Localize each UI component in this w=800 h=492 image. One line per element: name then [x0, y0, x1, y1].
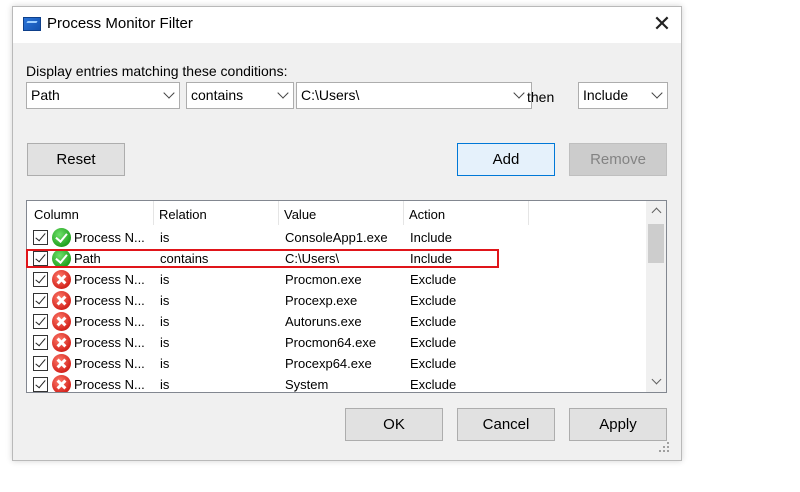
remove-button[interactable]: Remove — [569, 143, 667, 176]
include-check-icon — [52, 228, 71, 247]
chevron-down-icon[interactable] — [513, 87, 525, 99]
row-action: Exclude — [410, 377, 457, 392]
column-dropdown[interactable]: Path — [26, 82, 180, 109]
list-item[interactable]: Process N... is Procexp.exe Exclude — [27, 290, 645, 311]
action-dropdown[interactable]: Include — [578, 82, 668, 109]
filter-rules-list[interactable]: Column Relation Value Action Process N..… — [26, 200, 667, 393]
row-action: Exclude — [410, 356, 457, 371]
row-action: Exclude — [410, 293, 457, 308]
exclude-x-icon — [52, 354, 71, 373]
row-value: Autoruns.exe — [285, 314, 362, 329]
highlight-box — [26, 249, 499, 268]
row-checkbox[interactable] — [33, 377, 48, 392]
row-column: Process N... — [74, 272, 145, 287]
exclude-x-icon — [52, 312, 71, 331]
row-value: Procexp64.exe — [285, 356, 372, 371]
then-label: then — [527, 89, 555, 105]
list-item[interactable]: Process N... is System Exclude — [27, 374, 645, 392]
row-action: Include — [410, 230, 452, 245]
header-column[interactable]: Column — [34, 207, 79, 222]
row-checkbox[interactable] — [33, 335, 48, 350]
relation-dropdown-value: contains — [191, 87, 244, 103]
value-combobox[interactable]: C:\Users\ — [296, 82, 532, 109]
row-relation: is — [160, 377, 170, 392]
row-column: Process N... — [74, 356, 145, 371]
add-button[interactable]: Add — [457, 143, 555, 176]
list-item[interactable]: Process N... is Procexp64.exe Exclude — [27, 353, 645, 374]
relation-dropdown[interactable]: contains — [186, 82, 294, 109]
row-relation: is — [160, 272, 170, 287]
row-column: Process N... — [74, 377, 145, 392]
row-action: Exclude — [410, 272, 457, 287]
window-title: Process Monitor Filter — [47, 15, 193, 32]
row-checkbox[interactable] — [33, 293, 48, 308]
action-dropdown-value: Include — [583, 87, 629, 103]
row-checkbox[interactable] — [33, 314, 48, 329]
header-divider[interactable] — [153, 201, 154, 225]
list-header: Column Relation Value Action — [27, 201, 645, 227]
exclude-x-icon — [52, 375, 71, 392]
chevron-down-icon — [277, 87, 289, 99]
row-column: Process N... — [74, 335, 145, 350]
row-action: Exclude — [410, 335, 457, 350]
row-value: Procmon.exe — [285, 272, 362, 287]
row-checkbox[interactable] — [33, 272, 48, 287]
row-checkbox[interactable] — [33, 230, 48, 245]
row-relation: is — [160, 314, 170, 329]
header-relation[interactable]: Relation — [159, 207, 207, 222]
list-item[interactable]: Process N... is Procmon64.exe Exclude — [27, 332, 645, 353]
row-value: System — [285, 377, 329, 392]
scroll-up-icon[interactable] — [646, 201, 666, 221]
ok-button[interactable]: OK — [345, 408, 443, 441]
row-value: Procmon64.exe — [285, 335, 377, 350]
process-monitor-app-icon — [23, 17, 41, 31]
apply-button[interactable]: Apply — [569, 408, 667, 441]
close-icon[interactable]: ✕ — [643, 7, 681, 43]
header-value[interactable]: Value — [284, 207, 316, 222]
row-checkbox[interactable] — [33, 356, 48, 371]
exclude-x-icon — [52, 270, 71, 289]
value-combobox-text[interactable]: C:\Users\ — [301, 87, 359, 103]
scroll-thumb[interactable] — [648, 224, 664, 263]
scroll-down-icon[interactable] — [646, 372, 666, 392]
chevron-down-icon — [651, 87, 663, 99]
list-item[interactable]: Process N... is ConsoleApp1.exe Include — [27, 227, 645, 248]
row-column: Process N... — [74, 230, 145, 245]
chevron-down-icon — [163, 87, 175, 99]
title-bar[interactable]: Process Monitor Filter ✕ — [13, 7, 681, 43]
header-action[interactable]: Action — [409, 207, 445, 222]
row-column: Process N... — [74, 314, 145, 329]
exclude-x-icon — [52, 291, 71, 310]
row-relation: is — [160, 356, 170, 371]
row-value: Procexp.exe — [285, 293, 358, 308]
row-value: ConsoleApp1.exe — [285, 230, 388, 245]
column-dropdown-value: Path — [31, 87, 60, 103]
cancel-button[interactable]: Cancel — [457, 408, 555, 441]
row-column: Process N... — [74, 293, 145, 308]
row-relation: is — [160, 230, 170, 245]
header-divider[interactable] — [528, 201, 529, 225]
exclude-x-icon — [52, 333, 71, 352]
list-item[interactable]: Process N... is Procmon.exe Exclude — [27, 269, 645, 290]
resize-grip-icon[interactable] — [658, 441, 670, 453]
vertical-scrollbar[interactable] — [646, 201, 666, 392]
header-divider[interactable] — [403, 201, 404, 225]
list-item[interactable]: Process N... is Autoruns.exe Exclude — [27, 311, 645, 332]
row-relation: is — [160, 335, 170, 350]
reset-button[interactable]: Reset — [27, 143, 125, 176]
conditions-caption: Display entries matching these condition… — [26, 63, 288, 79]
row-relation: is — [160, 293, 170, 308]
row-action: Exclude — [410, 314, 457, 329]
header-divider[interactable] — [278, 201, 279, 225]
